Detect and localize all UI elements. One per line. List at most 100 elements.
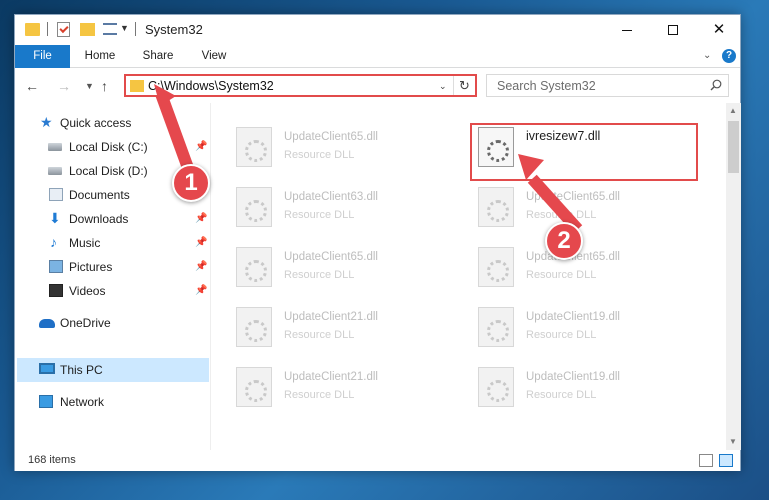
scroll-down-icon[interactable]: ▼ xyxy=(729,437,737,446)
sidebar-item-label: Music xyxy=(69,236,101,250)
address-history-chevron-icon[interactable]: ⌄ xyxy=(439,81,447,92)
close-icon: ✕ xyxy=(712,21,726,38)
forward-arrow-icon[interactable]: → xyxy=(57,78,71,94)
file-type: Resource DLL xyxy=(526,389,597,401)
title-bar: ▼ System32 ✕ xyxy=(15,15,740,45)
minimize-icon xyxy=(622,29,632,31)
onedrive-icon xyxy=(39,319,55,328)
file-type: Resource DLL xyxy=(284,269,355,281)
sidebar-item-label: Local Disk (C:) xyxy=(69,140,148,154)
dll-file-icon xyxy=(236,127,272,167)
tab-home[interactable]: Home xyxy=(75,45,125,68)
network-icon xyxy=(39,395,53,408)
file-type: Resource DLL xyxy=(284,209,355,221)
toolbar-divider xyxy=(47,22,48,36)
dll-file-icon xyxy=(478,307,514,347)
new-folder-icon[interactable] xyxy=(80,23,95,36)
file-name: UpdateClient65.dll xyxy=(284,131,378,143)
properties-icon[interactable] xyxy=(57,22,70,37)
maximize-button[interactable] xyxy=(650,15,696,45)
recent-locations-icon[interactable]: ▼ xyxy=(85,81,94,91)
documents-icon xyxy=(49,188,63,201)
details-view-icon[interactable] xyxy=(699,454,713,467)
pin-icon[interactable]: 📌 xyxy=(195,213,207,224)
file-item[interactable]: UpdateClient21.dll Resource DLL xyxy=(236,365,456,423)
large-icons-view-icon[interactable] xyxy=(719,454,733,467)
file-item[interactable]: UpdateClient63.dll Resource DLL xyxy=(236,185,456,243)
file-type: Resource DLL xyxy=(284,389,355,401)
minimize-button[interactable] xyxy=(604,15,650,45)
up-arrow-icon[interactable]: ↑ xyxy=(101,78,108,94)
videos-icon xyxy=(49,284,63,297)
pin-icon[interactable]: 📌 xyxy=(195,237,207,248)
sidebar-item-network[interactable]: Network xyxy=(15,390,209,414)
scrollbar-thumb[interactable] xyxy=(728,121,739,173)
folder-icon[interactable] xyxy=(25,23,40,36)
dll-file-icon xyxy=(236,187,272,227)
refresh-icon[interactable]: ↻ xyxy=(453,76,475,95)
annotation-badge-1: 1 xyxy=(172,164,210,202)
sidebar-item-pictures[interactable]: Pictures 📌 xyxy=(15,255,209,279)
vertical-scrollbar[interactable]: ▲ ▼ xyxy=(726,103,741,450)
disk-icon xyxy=(48,143,62,151)
star-icon: ★ xyxy=(40,114,53,130)
tab-file[interactable]: File xyxy=(15,45,70,68)
sidebar-item-downloads[interactable]: ⬇ Downloads 📌 xyxy=(15,207,209,231)
back-arrow-icon[interactable]: ← xyxy=(25,78,39,94)
file-item[interactable]: UpdateClient65.dll Resource DLL xyxy=(236,125,456,183)
sidebar-item-this-pc[interactable]: This PC xyxy=(17,358,209,382)
disk-icon xyxy=(48,167,62,175)
help-icon[interactable]: ? xyxy=(722,49,736,63)
file-item[interactable]: UpdateClient65.dll Resource DLL xyxy=(478,245,698,303)
file-list: UpdateClient65.dll Resource DLL ivresize… xyxy=(212,103,724,450)
tab-view[interactable]: View xyxy=(193,45,235,68)
file-name: UpdateClient21.dll xyxy=(284,311,378,323)
sidebar-item-label: Pictures xyxy=(69,260,113,274)
dll-file-icon xyxy=(478,247,514,287)
annotation-arrowhead-1 xyxy=(154,84,176,106)
sidebar-item-label: Downloads xyxy=(69,212,129,226)
toolbar-divider xyxy=(135,22,136,36)
tab-share[interactable]: Share xyxy=(135,45,181,68)
ribbon-tabs: File Home Share View ⌄ ? xyxy=(15,45,740,68)
file-item[interactable]: UpdateClient21.dll Resource DLL xyxy=(236,305,456,363)
search-icon[interactable] xyxy=(710,79,722,91)
file-item[interactable]: UpdateClient19.dll Resource DLL xyxy=(478,365,698,423)
sidebar-item-label: Videos xyxy=(69,284,106,298)
sidebar-item-label: Network xyxy=(60,395,105,409)
expand-ribbon-icon[interactable]: ⌄ xyxy=(703,50,711,61)
sidebar-item-label: OneDrive xyxy=(60,316,111,330)
sidebar-item-label: Local Disk (D:) xyxy=(69,164,148,178)
pin-icon[interactable]: 📌 xyxy=(195,141,207,152)
navigation-bar: ← → ▼ ↑ C:\Windows\System32 ⌄ ↻ Search S… xyxy=(15,69,740,103)
file-item[interactable]: UpdateClient65.dll Resource DLL xyxy=(478,185,698,243)
file-name: UpdateClient19.dll xyxy=(526,311,620,323)
file-name: UpdateClient19.dll xyxy=(526,371,620,383)
dll-file-icon xyxy=(478,367,514,407)
sidebar-item-onedrive[interactable]: OneDrive xyxy=(15,311,209,335)
search-input[interactable]: Search System32 xyxy=(486,74,729,97)
file-type: Resource DLL xyxy=(526,269,597,281)
pin-icon[interactable]: 📌 xyxy=(195,261,207,272)
file-name: UpdateClient63.dll xyxy=(284,191,378,203)
view-options-icon[interactable] xyxy=(103,23,117,35)
window-title: System32 xyxy=(145,22,203,37)
dll-file-icon xyxy=(478,187,514,227)
scroll-up-icon[interactable]: ▲ xyxy=(729,106,737,115)
file-name: UpdateClient21.dll xyxy=(284,371,378,383)
file-explorer-window: ▼ System32 ✕ File Home Share View ⌄ ? ← … xyxy=(14,14,741,471)
sidebar-item-label: This PC xyxy=(60,363,103,377)
pin-icon[interactable]: 📌 xyxy=(195,285,207,296)
close-button[interactable]: ✕ xyxy=(696,15,742,45)
annotation-badge-2: 2 xyxy=(545,222,583,260)
sidebar-item-music[interactable]: ♪ Music 📌 xyxy=(15,231,209,255)
quick-access-toolbar-dropdown-icon[interactable]: ▼ xyxy=(120,23,129,33)
sidebar-item-label: Quick access xyxy=(60,116,132,130)
sidebar-item-videos[interactable]: Videos 📌 xyxy=(15,279,209,303)
annotation-arrowhead-2 xyxy=(518,154,544,180)
file-item[interactable]: UpdateClient19.dll Resource DLL xyxy=(478,305,698,363)
file-type: Resource DLL xyxy=(526,329,597,341)
dll-file-icon xyxy=(236,307,272,347)
file-item[interactable]: UpdateClient65.dll Resource DLL xyxy=(236,245,456,303)
dll-file-icon xyxy=(236,247,272,287)
